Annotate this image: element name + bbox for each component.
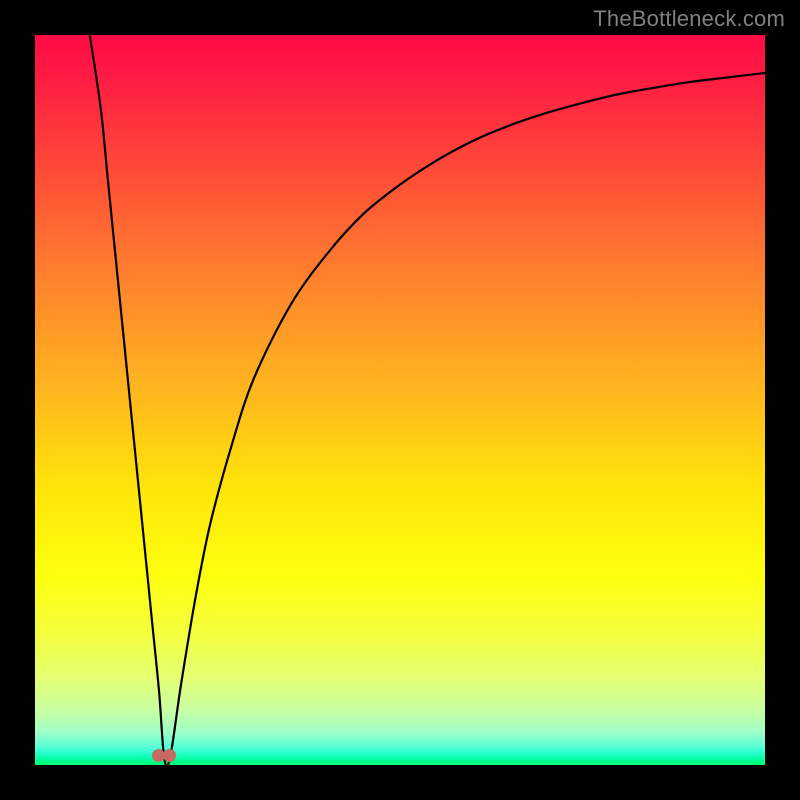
outer-frame: TheBottleneck.com (0, 0, 800, 800)
watermark-text: TheBottleneck.com (593, 6, 785, 32)
minimum-marker-icon (152, 744, 176, 762)
plot-area (35, 35, 765, 765)
bottleneck-curve (35, 35, 765, 765)
